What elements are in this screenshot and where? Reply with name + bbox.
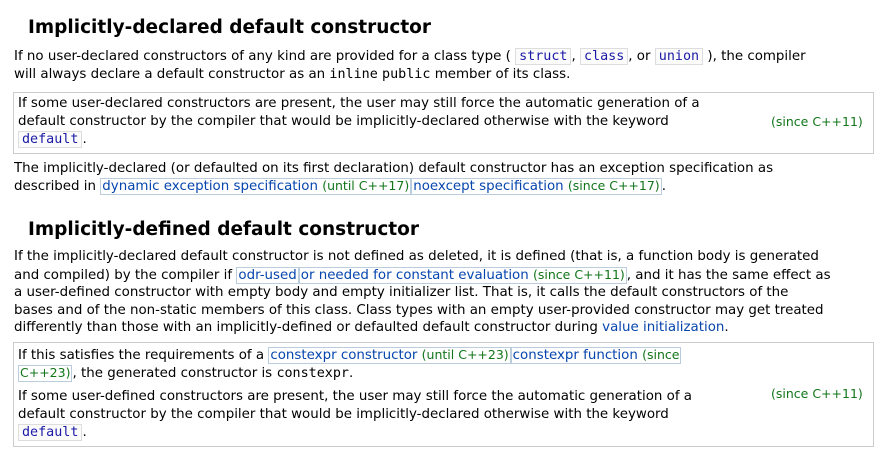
paragraph-line: bases and of the non-static members of t…: [14, 303, 824, 318]
box-line: C++23), the generated constructor is con…: [18, 364, 353, 383]
paragraph-line: a user-defined constructor with empty bo…: [14, 285, 789, 300]
revision-tag: (since C++17): [567, 178, 660, 193]
revision-span: dynamic exception specification (until C…: [100, 178, 412, 195]
keyword-constexpr: constexpr: [276, 366, 349, 381]
text: , or: [628, 49, 651, 64]
text: , and it has the same effect as: [626, 268, 831, 283]
keyword-class[interactable]: class: [579, 48, 629, 65]
revision-span: constexpr function (since: [510, 347, 682, 364]
text: ,: [571, 49, 576, 64]
paragraph-exception-spec-line2: described in dynamic exception specifica…: [14, 177, 666, 196]
section-heading-implicitly-defined: Implicitly-defined default constructor: [28, 219, 419, 240]
text: ), the compiler: [707, 49, 806, 64]
keyword-default[interactable]: default: [18, 131, 83, 148]
text: will always declare a default constructo…: [14, 67, 326, 82]
keyword-inline: inline: [329, 67, 378, 82]
box-line: If this satisfies the requirements of a …: [18, 346, 682, 365]
paragraph-line: differently than those with an implicitl…: [14, 319, 729, 337]
text: described in: [14, 179, 97, 194]
text: If no user-declared constructors of any …: [14, 49, 511, 64]
text: , the generated constructor is: [72, 366, 273, 381]
since-badge: (since C++11): [771, 114, 863, 129]
revision-span: noexcept specification (since C++17): [411, 178, 662, 195]
text: differently than those with an implicitl…: [14, 320, 598, 335]
revision-span: or needed for constant evaluation (since…: [298, 267, 627, 284]
box-keyword-line: default.: [18, 424, 87, 442]
link-value-initialization[interactable]: value initialization: [602, 320, 724, 335]
box-line: default constructor by the compiler that…: [18, 407, 669, 422]
box-line: default constructor by the compiler that…: [18, 114, 669, 129]
revision-tag: C++23): [20, 365, 71, 380]
revision-span: constexpr constructor (until C++23): [268, 347, 511, 364]
revision-span: odr-used: [236, 267, 299, 284]
link-noexcept-specification[interactable]: noexcept specification: [413, 179, 563, 194]
paragraph-exception-spec: The implicitly-declared (or defaulted on…: [14, 161, 774, 176]
box-keyword-line: default.: [18, 131, 87, 149]
section-heading-implicitly-declared: Implicitly-declared default constructor: [28, 17, 432, 38]
paragraph-line: If the implicitly-declared default const…: [14, 249, 819, 264]
text: .: [82, 132, 87, 147]
link-dynamic-exception-specification[interactable]: dynamic exception specification: [102, 179, 318, 194]
text: .: [724, 320, 729, 335]
keyword-struct[interactable]: struct: [515, 48, 572, 65]
text: If this satisfies the requirements of a: [18, 348, 265, 363]
since-badge: (since C++11): [771, 386, 863, 401]
text: and compiled) by the compiler if: [14, 268, 233, 283]
text: .: [349, 366, 354, 381]
revision-tag: (until C++17): [322, 178, 410, 193]
keyword-default[interactable]: default: [18, 424, 83, 441]
paragraph-class-types-line2: will always declare a default constructo…: [14, 66, 570, 84]
link-odr-used[interactable]: odr-used: [238, 268, 296, 283]
revision-tag: (until C++23): [421, 347, 509, 362]
revision-tag: (since: [642, 347, 680, 362]
keyword-union[interactable]: union: [654, 48, 704, 65]
box-line: If some user-defined constructors are pr…: [18, 389, 692, 404]
revision-tag: (since C++11): [533, 267, 625, 282]
paragraph-class-types: If no user-declared constructors of any …: [14, 48, 806, 66]
link-constexpr-function[interactable]: constexpr function: [513, 348, 638, 363]
box-line: If some user-declared constructors are p…: [18, 96, 700, 111]
text: member of its class.: [434, 67, 571, 82]
keyword-public: public: [382, 67, 431, 82]
paragraph-line: and compiled) by the compiler if odr-use…: [14, 266, 831, 285]
text: .: [661, 179, 666, 194]
revision-span: C++23): [18, 365, 73, 382]
link-needed-for-constant-evaluation[interactable]: or needed for constant evaluation: [301, 268, 529, 283]
link-constexpr-constructor[interactable]: constexpr constructor: [270, 348, 417, 363]
text: .: [82, 425, 87, 440]
